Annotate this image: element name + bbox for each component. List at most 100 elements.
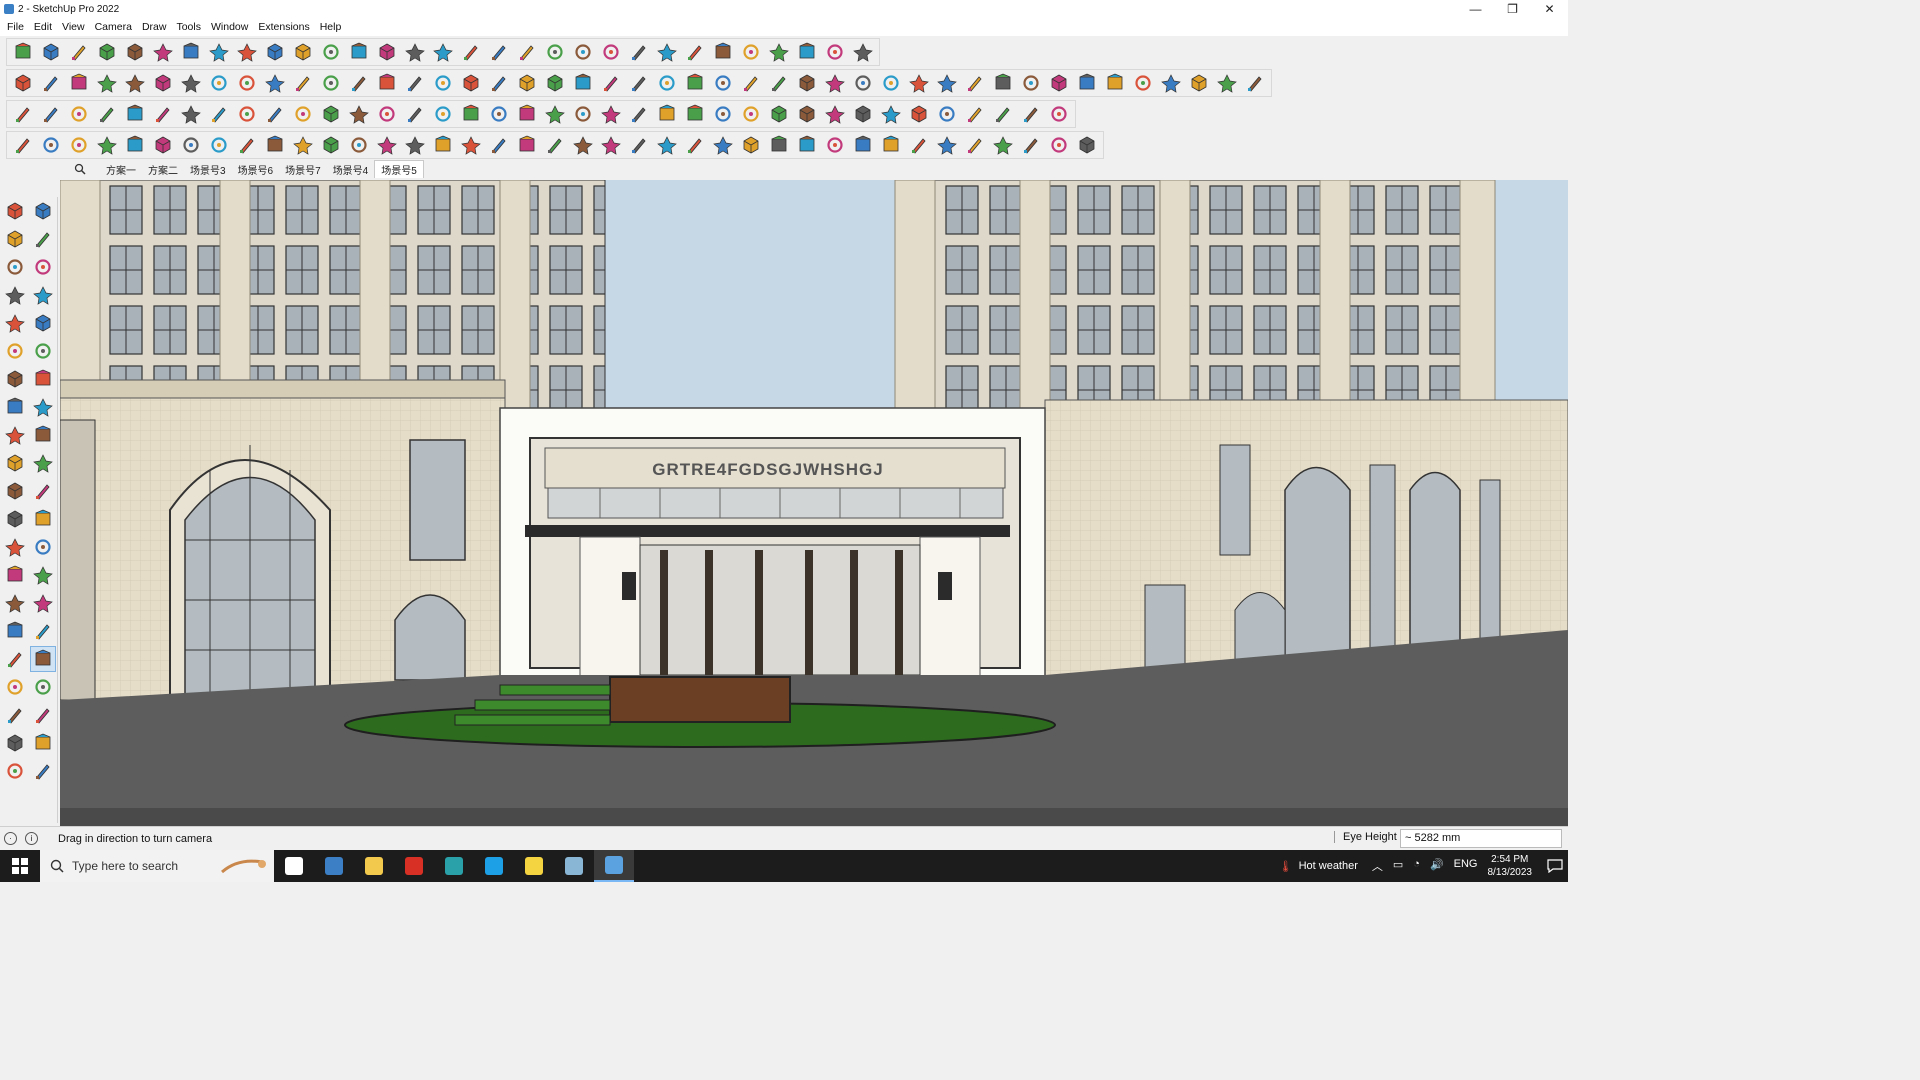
acrobat-taskbar-icon[interactable] <box>394 850 434 882</box>
fan-icon[interactable] <box>571 133 595 157</box>
layers-icon[interactable] <box>543 40 567 64</box>
components-icon[interactable] <box>655 40 679 64</box>
link-icon[interactable] <box>319 102 343 126</box>
file-explorer-taskbar-icon[interactable] <box>354 850 394 882</box>
ring2-icon[interactable] <box>627 102 651 126</box>
green-plane-icon[interactable] <box>403 71 427 95</box>
rotate-icon[interactable] <box>263 40 287 64</box>
comb-icon[interactable] <box>487 133 511 157</box>
plane-grey-icon[interactable] <box>151 102 175 126</box>
brick-icon[interactable] <box>1103 71 1127 95</box>
ring-icon[interactable] <box>291 71 315 95</box>
move-icon[interactable] <box>235 40 259 64</box>
box-top-icon[interactable] <box>67 71 91 95</box>
scene-search-icon[interactable] <box>60 163 100 175</box>
section-1-icon[interactable] <box>319 71 343 95</box>
eraser-icon[interactable] <box>67 40 91 64</box>
corner-icon[interactable] <box>347 102 371 126</box>
stairs-icon[interactable] <box>1243 71 1267 95</box>
dots-path-icon[interactable] <box>375 102 399 126</box>
geo-location-icon[interactable]: · <box>4 832 17 845</box>
plugin-b-icon[interactable] <box>991 71 1015 95</box>
volume-icon[interactable]: 🔊 <box>1430 858 1444 874</box>
ellipse-icon[interactable] <box>795 71 819 95</box>
circle-o-icon[interactable] <box>739 71 763 95</box>
eraser-icon[interactable] <box>30 226 56 252</box>
move-blue-icon[interactable] <box>655 102 679 126</box>
cube-red-icon[interactable] <box>795 102 819 126</box>
dimensions-icon[interactable] <box>739 40 763 64</box>
menu-camera[interactable]: Camera <box>90 21 137 33</box>
red-square-icon[interactable] <box>207 102 231 126</box>
shop-icon[interactable] <box>599 71 623 95</box>
tape-measure-icon[interactable] <box>2 506 28 532</box>
materials-icon[interactable] <box>683 40 707 64</box>
shape-a-icon[interactable] <box>207 133 231 157</box>
plane-yellow-icon[interactable] <box>67 102 91 126</box>
zoom-icon[interactable] <box>11 40 35 64</box>
shed-icon[interactable] <box>459 71 483 95</box>
wifi-icon[interactable]: ◔ <box>1413 858 1420 874</box>
sofa-icon[interactable] <box>1187 71 1211 95</box>
orbit-icon[interactable] <box>2 590 28 616</box>
menu-draw[interactable]: Draw <box>137 21 172 33</box>
shape-b-icon[interactable] <box>235 133 259 157</box>
fountain-icon[interactable] <box>515 102 539 126</box>
zoom-icon[interactable] <box>2 618 28 644</box>
rails2-icon[interactable] <box>935 133 959 157</box>
polygon-o-icon[interactable] <box>767 71 791 95</box>
rails-icon[interactable] <box>599 133 623 157</box>
plugin-a-icon[interactable] <box>963 71 987 95</box>
scene-tab-5[interactable]: 场景号7 <box>279 161 327 178</box>
sketchup-taskbar-icon[interactable] <box>594 850 634 882</box>
text-icon[interactable] <box>347 40 371 64</box>
styles-icon[interactable] <box>599 40 623 64</box>
meet-now-icon[interactable]: ▭ <box>1393 858 1403 874</box>
steps3-icon[interactable] <box>739 133 763 157</box>
walk-icon[interactable] <box>2 674 28 700</box>
layers-icon[interactable] <box>2 758 28 784</box>
3d-text-icon[interactable] <box>30 562 56 588</box>
circle-icon[interactable] <box>2 338 28 364</box>
gear-icon[interactable] <box>851 102 875 126</box>
push-pull-icon[interactable] <box>179 40 203 64</box>
cube-3d-icon[interactable] <box>2 254 28 280</box>
lattice2-icon[interactable] <box>963 133 987 157</box>
freeform-icon[interactable] <box>935 71 959 95</box>
clock[interactable]: 2:54 PM 8/13/2023 <box>1488 853 1533 879</box>
push-pull-icon[interactable] <box>30 422 56 448</box>
pencil-icon[interactable] <box>95 40 119 64</box>
menu-edit[interactable]: Edit <box>29 21 57 33</box>
box-frame-icon[interactable] <box>263 102 287 126</box>
wood-icon[interactable] <box>291 102 315 126</box>
push-orange-icon[interactable] <box>95 71 119 95</box>
sections-icon[interactable] <box>515 40 539 64</box>
scene-tab-3[interactable]: 场景号3 <box>184 161 232 178</box>
parallelogram-icon[interactable] <box>823 71 847 95</box>
plane-blue2-icon[interactable] <box>39 102 63 126</box>
cone-icon[interactable] <box>487 102 511 126</box>
section-3-icon[interactable] <box>375 71 399 95</box>
move-icon[interactable] <box>2 422 28 448</box>
lasso-icon[interactable] <box>571 102 595 126</box>
tool-pink-icon[interactable] <box>1047 71 1071 95</box>
redo-icon[interactable] <box>823 40 847 64</box>
curve-icon[interactable] <box>907 71 931 95</box>
wedge-icon[interactable] <box>375 133 399 157</box>
scene-tab-7[interactable]: 场景号5 <box>374 160 424 178</box>
orbit-lasso-icon[interactable] <box>30 198 56 224</box>
start-button[interactable] <box>0 850 40 882</box>
grid-e-icon[interactable] <box>879 133 903 157</box>
curve-pt-icon[interactable] <box>1019 102 1043 126</box>
offset-icon[interactable] <box>30 478 56 504</box>
block-icon[interactable] <box>795 133 819 157</box>
roof-icon[interactable] <box>1075 71 1099 95</box>
triangle-icon[interactable] <box>543 102 567 126</box>
rotated-rect-icon[interactable] <box>30 310 56 336</box>
dimension-icon[interactable] <box>30 534 56 560</box>
position-camera-icon[interactable] <box>30 702 56 728</box>
cylinder-icon[interactable] <box>431 133 455 157</box>
stop-icon[interactable] <box>851 40 875 64</box>
dots-line-icon[interactable] <box>39 133 63 157</box>
scene-tab-1[interactable]: 方案一 <box>100 161 142 178</box>
